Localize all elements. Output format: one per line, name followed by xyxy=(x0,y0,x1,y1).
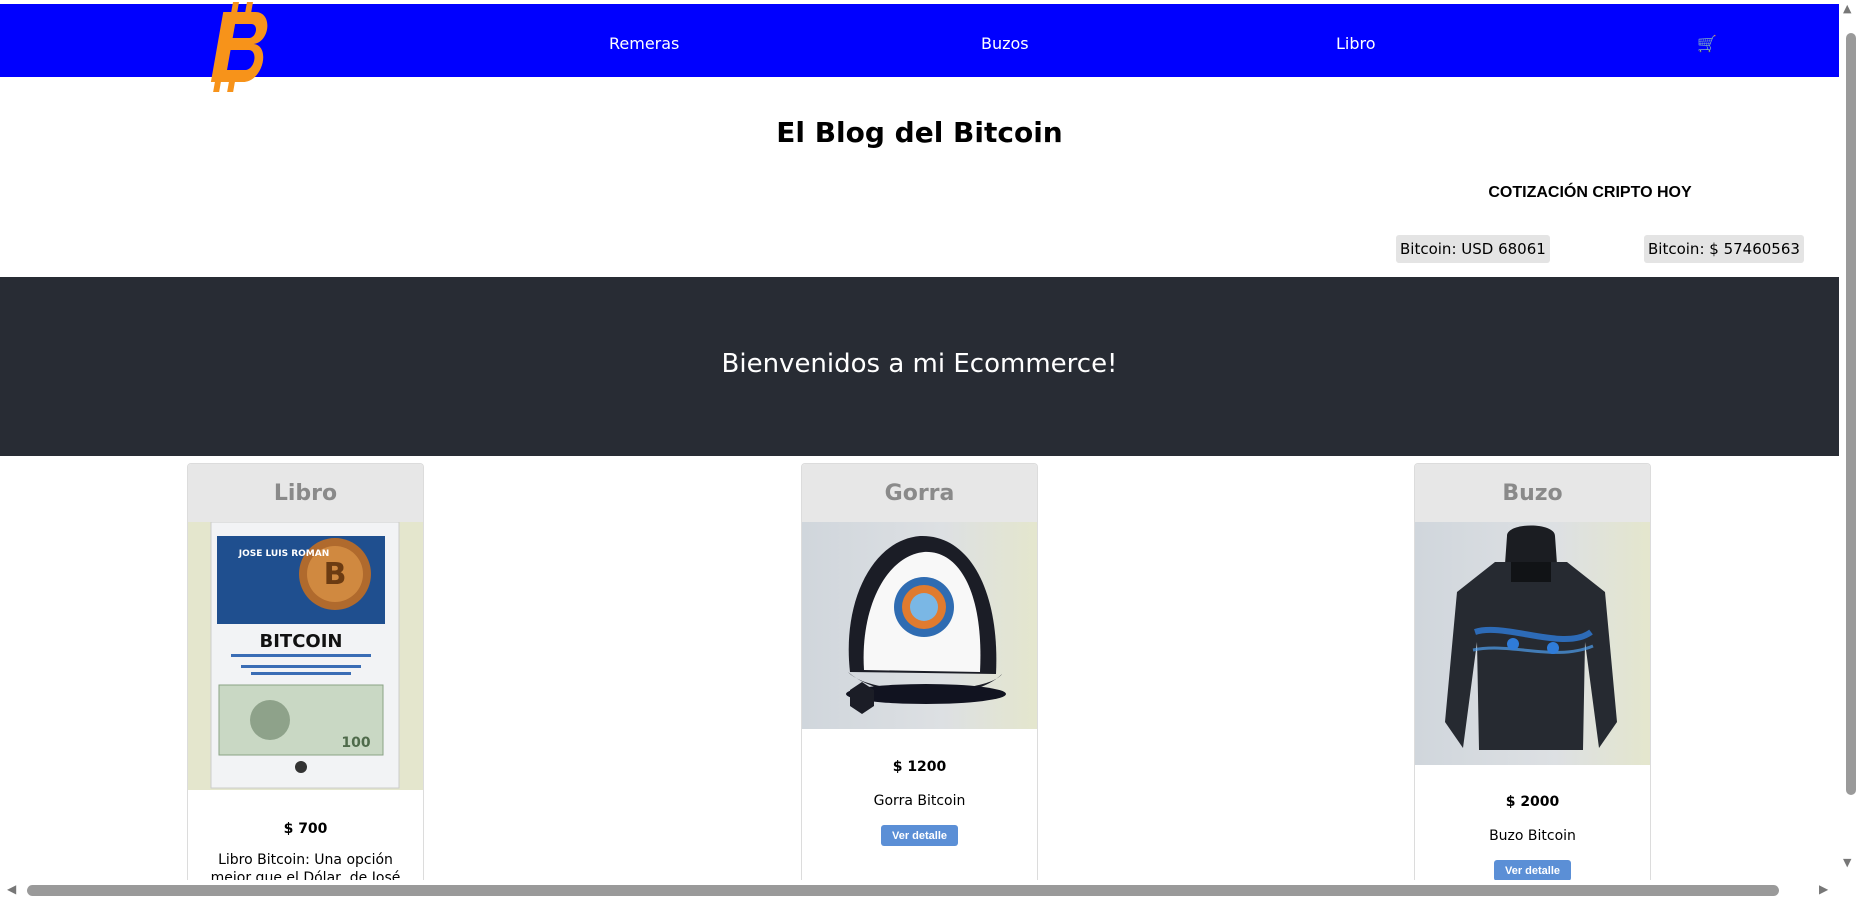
card-description: Buzo Bitcoin xyxy=(1489,828,1576,844)
card-price: $ 700 xyxy=(283,821,328,837)
page: Remeras Buzos Libro 🛒 El Blog del Bitcoi… xyxy=(0,0,1839,880)
svg-text:B: B xyxy=(324,557,347,592)
cap-image[interactable] xyxy=(802,522,1037,729)
product-card-buzo: Buzo $ 2000 Buzo Bitcoin Ver detalle xyxy=(1414,463,1651,880)
nav-link-remeras[interactable]: Remeras xyxy=(609,34,679,53)
ver-detalle-button[interactable]: Ver detalle xyxy=(881,825,958,846)
scroll-left-icon[interactable]: ◀ xyxy=(7,882,16,896)
scroll-right-icon[interactable]: ▶ xyxy=(1819,882,1828,896)
book-cover-icon: B JOSE LUIS ROMAN BITCOIN 100 xyxy=(188,521,423,790)
scroll-down-icon[interactable]: ▼ xyxy=(1843,856,1851,869)
nav-link-libro[interactable]: Libro xyxy=(1336,34,1376,53)
hero-banner: Bienvenidos a mi Ecommerce! xyxy=(0,277,1839,456)
hero-text: Bienvenidos a mi Ecommerce! xyxy=(721,349,1118,379)
scroll-up-icon[interactable]: ▲ xyxy=(1843,2,1851,15)
product-card-gorra: Gorra $ 1200 Gorra Bitcoin Ver detalle xyxy=(801,463,1038,880)
cover-author: JOSE LUIS ROMAN xyxy=(238,549,329,559)
card-price: $ 1200 xyxy=(892,759,947,775)
price-badge-usd: Bitcoin: USD 68061 xyxy=(1396,235,1550,263)
cap-icon xyxy=(846,535,1006,714)
bitcoin-logo-icon[interactable] xyxy=(203,2,277,92)
card-title: Libro xyxy=(188,464,423,522)
card-title: Buzo xyxy=(1415,464,1650,522)
page-title: El Blog del Bitcoin xyxy=(776,116,1063,149)
card-description: Libro Bitcoin: Una opción mejor que el D… xyxy=(210,852,401,880)
ver-detalle-button[interactable]: Ver detalle xyxy=(1494,860,1571,880)
card-title: Gorra xyxy=(802,464,1037,522)
nav-link-buzos[interactable]: Buzos xyxy=(981,34,1029,53)
vertical-scrollbar-thumb[interactable] xyxy=(1846,33,1856,795)
hoodie-image[interactable] xyxy=(1415,522,1650,765)
navbar: Remeras Buzos Libro 🛒 xyxy=(0,2,1839,92)
cart-icon[interactable]: 🛒 xyxy=(1697,34,1717,53)
card-description: Gorra Bitcoin xyxy=(873,793,966,809)
product-card-libro: Libro B JOSE LUIS ROMAN BITCOIN 100 $ 70… xyxy=(187,463,424,880)
cotizacion-title: COTIZACIÓN CRIPTO HOY xyxy=(1488,184,1692,201)
svg-text:100: 100 xyxy=(341,735,370,751)
cover-title: BITCOIN xyxy=(260,631,343,652)
horizontal-scrollbar-thumb[interactable] xyxy=(27,885,1779,896)
price-badge-ars: Bitcoin: $ 57460563 xyxy=(1644,235,1804,263)
card-price: $ 2000 xyxy=(1505,794,1560,810)
book-cover-image[interactable]: B JOSE LUIS ROMAN BITCOIN 100 xyxy=(188,521,423,790)
hoodie-icon xyxy=(1445,525,1617,750)
